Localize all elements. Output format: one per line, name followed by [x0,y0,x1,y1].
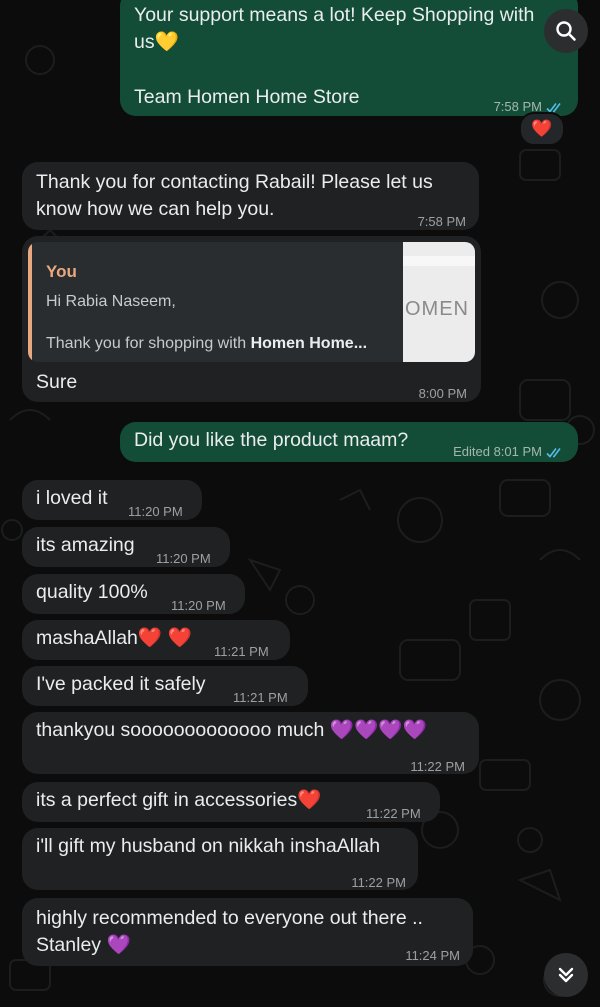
message-bubble-incoming[interactable]: its amazing 11:20 PM [22,527,230,567]
search-icon [556,21,576,41]
timestamp: 11:20 PM [171,598,226,613]
quote-thumbnail: OMEN [403,242,475,362]
message-bubble-incoming[interactable]: highly recommended to everyone out there… [22,898,473,966]
timestamp: 8:00 PM [418,386,467,401]
timestamp: 7:58 PM [417,214,466,229]
message-bubble-incoming[interactable]: thankyou sooooooooooooo much 💜💜💜💜 11:22 … [22,712,479,774]
purple-heart-icon: 💜 [106,934,131,956]
double-check-icon [546,447,561,458]
quote-text: Hi Rabia Naseem, [46,293,176,310]
message-text: thankyou sooooooooooooo much 💜💜💜💜 [36,719,427,741]
purple-heart-icon: 💜💜💜💜 [329,719,427,741]
timestamp: 11:20 PM [128,504,183,519]
quoted-message[interactable]: You Hi Rabia Naseem, Thank you for shopp… [28,242,475,362]
message-text: i loved it [36,487,108,509]
heart-icon: ❤️ ❤️ [137,627,192,649]
timestamp: 11:22 PM [366,806,421,821]
message-text: its amazing [36,534,135,556]
timestamp: 11:21 PM [233,690,288,705]
message-bubble-incoming[interactable]: You Hi Rabia Naseem, Thank you for shopp… [22,236,481,402]
message-bubble-incoming[interactable]: I've packed it safely 11:21 PM [22,666,308,706]
heart-icon: ❤️ [297,789,322,811]
message-text: its a perfect gift in accessories❤️ [36,789,322,811]
timestamp: 11:20 PM [156,551,211,566]
timestamp: 11:24 PM [405,948,460,963]
message-text: quality 100% [36,581,148,603]
timestamp: Edited 8:01 PM [453,444,542,459]
message-bubble-outgoing[interactable]: Your support means a lot! Keep Shopping … [120,0,578,116]
message-text: Your support means a lot! Keep Shopping … [134,4,535,26]
heart-icon: ❤️ [531,119,553,138]
scroll-to-bottom-button[interactable] [544,953,588,997]
message-text: Stanley [36,934,102,956]
thumbnail-logo-text: OMEN [405,298,469,320]
message-text: highly recommended to everyone out there… [36,907,423,929]
message-text: mashaAllah❤️ ❤️ [36,627,192,649]
message-bubble-incoming[interactable]: its a perfect gift in accessories❤️ 11:2… [22,782,440,822]
quote-text: Thank you for shopping with Homen Home..… [46,335,368,352]
message-bubble-outgoing[interactable]: Did you like the product maam? Edited 8:… [120,422,578,462]
emoji: 💛 [154,31,179,53]
message-text: Team Homen Home Store [134,86,360,108]
message-text: know how we can help you. [36,198,275,220]
quote-author: You [46,262,77,281]
message-text: Sure [36,371,78,393]
message-bubble-incoming[interactable]: quality 100% 11:20 PM [22,574,245,614]
quote-accent-bar [28,242,32,362]
double-chevron-down-icon [558,967,574,983]
message-bubble-incoming[interactable]: mashaAllah❤️ ❤️ 11:21 PM [22,620,290,660]
message-bubble-incoming[interactable]: i'll gift my husband on nikkah inshaAlla… [22,828,418,890]
message-text: Did you like the product maam? [134,429,409,451]
message-text: I've packed it safely [36,673,206,695]
timestamp: 11:22 PM [351,875,406,890]
message-bubble-incoming[interactable]: Thank you for contacting Rabail! Please … [22,162,479,230]
timestamp: 11:22 PM [410,759,465,774]
message-bubble-incoming[interactable]: i loved it 11:20 PM [22,480,202,520]
search-button[interactable] [544,9,588,53]
timestamp: 11:21 PM [214,644,269,659]
message-text: us [134,31,155,53]
reaction-badge[interactable]: ❤️ [519,112,565,146]
message-text: Thank you for contacting Rabail! Please … [36,171,433,193]
message-text: i'll gift my husband on nikkah inshaAlla… [36,835,381,857]
